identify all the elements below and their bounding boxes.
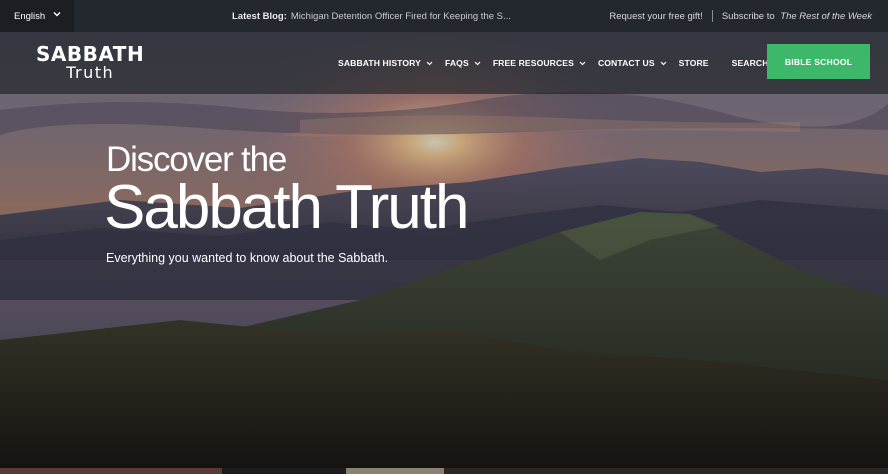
bible-school-button[interactable]: BIBLE SCHOOL	[767, 44, 870, 79]
top-right-links: Request your free gift! Subscribe to The…	[609, 0, 872, 32]
chevron-down-icon	[474, 61, 481, 65]
nav-label: FREE RESOURCES	[492, 58, 574, 68]
logo-line-1: SABBATH	[36, 42, 145, 66]
nav-label: CONTACT US	[597, 58, 655, 68]
nav-search[interactable]: SEARCH	[732, 58, 769, 68]
logo-line-2: Truth	[66, 63, 115, 82]
next-section-edge	[0, 468, 888, 474]
chevron-down-icon	[53, 12, 61, 17]
nav-label: STORE	[678, 58, 709, 68]
site-logo[interactable]: SABBATH Truth	[36, 44, 144, 81]
nav-label: SABBATH HISTORY	[338, 58, 421, 68]
nav-faqs[interactable]: FAQS	[445, 58, 481, 68]
nav-label: FAQS	[445, 58, 469, 68]
nav-free-resources[interactable]: FREE RESOURCES	[493, 58, 586, 68]
hero-subtitle: Everything you wanted to know about the …	[106, 251, 389, 265]
chevron-down-icon	[579, 61, 586, 65]
nav-sabbath-history[interactable]: SABBATH HISTORY	[338, 58, 433, 68]
subscribe-title: The Rest of the Week	[780, 10, 872, 22]
divider	[711, 10, 713, 22]
hero-title: Sabbath Truth	[104, 173, 469, 242]
subscribe-prefix: Subscribe to	[721, 10, 775, 22]
latest-blog-link[interactable]: Latest Blog: Michigan Detention Officer …	[232, 0, 511, 32]
nav-store[interactable]: STORE	[679, 58, 709, 68]
nav-label: SEARCH	[731, 58, 769, 68]
latest-blog-title: Michigan Detention Officer Fired for Kee…	[290, 10, 511, 22]
chevron-down-icon	[426, 61, 433, 65]
language-label: English	[14, 10, 46, 22]
latest-blog-label: Latest Blog:	[232, 10, 287, 22]
nav-contact-us[interactable]: CONTACT US	[598, 58, 667, 68]
chevron-down-icon	[660, 61, 667, 65]
top-utility-bar: English Latest Blog: Michigan Detention …	[0, 0, 888, 32]
subscribe-link[interactable]: Subscribe to The Rest of the Week	[722, 11, 872, 22]
primary-menu: SABBATH HISTORY FAQS FREE RESOURCES CONT…	[338, 32, 792, 94]
free-gift-link[interactable]: Request your free gift!	[609, 11, 702, 22]
language-selector[interactable]: English	[0, 0, 74, 32]
